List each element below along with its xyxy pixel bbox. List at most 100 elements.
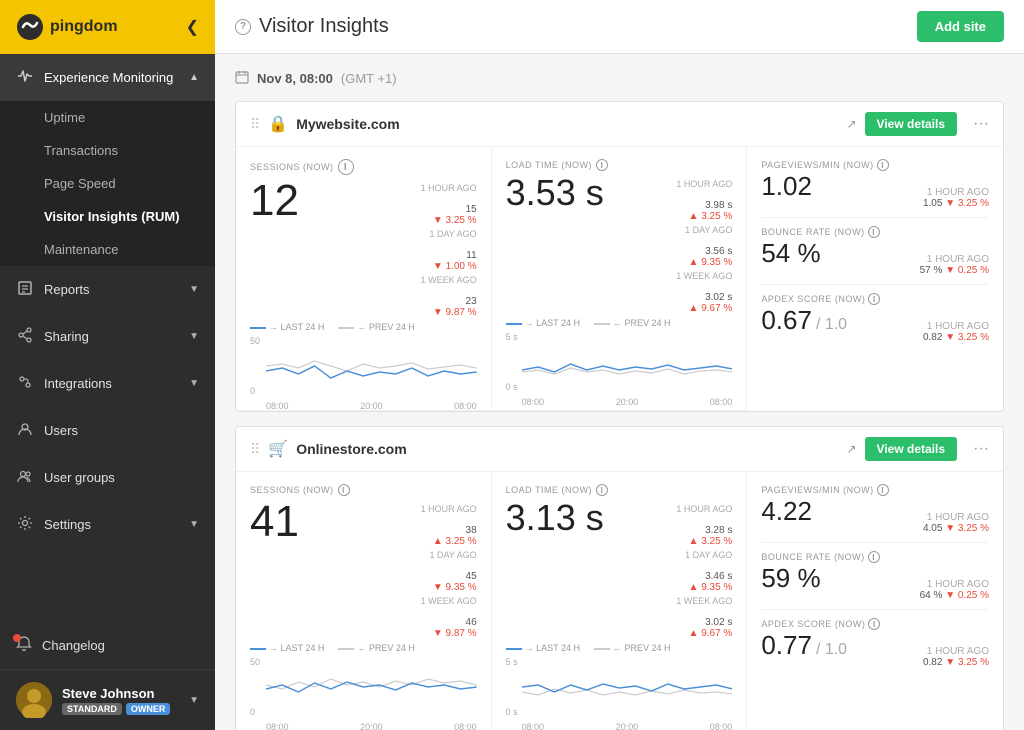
sidebar-item-settings[interactable]: Settings ▼ (0, 501, 215, 548)
user-info: Steve Johnson STANDARD OWNER (62, 686, 179, 715)
metrics-grid-2: SESSIONS (NOW) i 41 1 HOUR AGO38 ▲ 3.25 … (236, 472, 1003, 730)
calendar-icon (235, 70, 249, 87)
loadtime-value-2: 3.13 s (506, 500, 604, 536)
loadtime-panel-1: LOAD TIME (NOW) i 3.53 s 1 HOUR AGO3.98 … (492, 147, 748, 411)
badge-owner: OWNER (126, 703, 171, 715)
site-card-header-2: ⠿ 🛒 Onlinestore.com ↗ View details ··· (236, 427, 1003, 472)
page-title: Visitor Insights (259, 15, 389, 38)
experience-sub-items: Uptime Transactions Page Speed Visitor I… (0, 101, 215, 266)
sidebar-collapse-icon[interactable]: ❮ (186, 17, 199, 37)
sessions-value-1: 12 (250, 179, 299, 223)
sessions-panel-1: SESSIONS (NOW) i 12 1 HOUR AGO15 ▼ 3.25 … (236, 147, 492, 411)
apdex-info-2[interactable]: i (868, 618, 880, 630)
more-options-button-1[interactable]: ··· (973, 115, 989, 133)
loadtime-info-2[interactable]: i (596, 484, 608, 496)
top-bar: ? Visitor Insights Add site (215, 0, 1024, 54)
bounce-info-1[interactable]: i (868, 226, 880, 238)
sidebar-item-users[interactable]: Users (0, 407, 215, 454)
sidebar-item-visitor-insights[interactable]: Visitor Insights (RUM) (0, 200, 215, 233)
bounce-value-1: 54 % (761, 238, 820, 269)
site-card-header-1: ⠿ 🔒 Mywebsite.com ↗ View details ··· (236, 102, 1003, 147)
site-card-mywebsite: ⠿ 🔒 Mywebsite.com ↗ View details ··· SES… (235, 101, 1004, 412)
pingdom-logo: pingdom (16, 13, 118, 41)
sessions-info-2[interactable]: i (338, 484, 350, 496)
sidebar-item-maintenance[interactable]: Maintenance (0, 233, 215, 266)
changelog-label: Changelog (42, 638, 105, 653)
changelog-dot (13, 634, 21, 642)
sidebar-item-pagespeed[interactable]: Page Speed (0, 167, 215, 200)
bounce-rate-submetric-1: BOUNCE RATE (NOW) i 54 % 1 HOUR AGO57 % … (761, 226, 989, 276)
sharing-chevron-icon: ▼ (189, 331, 199, 342)
loadtime-label-1: LOAD TIME (NOW) i (506, 159, 733, 171)
sidebar-item-transactions[interactable]: Transactions (0, 134, 215, 167)
date-bar: Nov 8, 08:00 (GMT +1) (235, 70, 1004, 87)
pageviews-value-1: 1.02 (761, 171, 812, 202)
settings-icon (16, 515, 34, 534)
page-title-area: ? Visitor Insights (235, 15, 389, 38)
logo-area: pingdom ❮ (0, 0, 215, 54)
pingdom-logo-icon (16, 13, 44, 41)
site-favicon-icon-2: 🛒 (268, 439, 288, 459)
pageviews-submetric-1: PAGEVIEWS/MIN (NOW) i 1.02 1 HOUR AGO1.0… (761, 159, 989, 209)
sidebar-item-changelog[interactable]: Changelog (0, 622, 215, 669)
integrations-chevron-icon: ▼ (189, 378, 199, 389)
apdex-info-1[interactable]: i (868, 293, 880, 305)
user-name: Steve Johnson (62, 686, 179, 701)
usergroups-icon (16, 468, 34, 487)
sidebar-item-experience-monitoring[interactable]: Experience Monitoring ▲ (0, 54, 215, 101)
sidebar-experience-label: Experience Monitoring (44, 70, 173, 85)
sessions-label-1: SESSIONS (NOW) i (250, 159, 477, 175)
metrics-grid-1: SESSIONS (NOW) i 12 1 HOUR AGO15 ▼ 3.25 … (236, 147, 1003, 411)
site-favicon-icon: 🔒 (268, 114, 288, 134)
external-link-icon-2[interactable]: ↗ (846, 442, 856, 456)
user-chevron-icon: ▼ (189, 695, 199, 706)
users-label: Users (44, 423, 78, 438)
pv-info-2[interactable]: i (877, 484, 889, 496)
sharing-label: Sharing (44, 329, 89, 344)
add-site-button[interactable]: Add site (917, 11, 1004, 42)
integrations-icon (16, 374, 34, 393)
user-badges: STANDARD OWNER (62, 703, 179, 715)
drag-handle-icon-2[interactable]: ⠿ (250, 441, 260, 458)
apdex-value-1: 0.67 (761, 305, 812, 336)
drag-handle-icon[interactable]: ⠿ (250, 116, 260, 133)
br-info-2[interactable]: i (868, 551, 880, 563)
sidebar-item-uptime[interactable]: Uptime (0, 101, 215, 134)
loadtime-value-1: 3.53 s (506, 175, 604, 211)
sessions-info-icon-1[interactable]: i (338, 159, 354, 175)
pingdom-text: pingdom (50, 18, 118, 36)
view-details-button-2[interactable]: View details (865, 437, 957, 461)
sidebar-item-reports[interactable]: Reports ▼ (0, 266, 215, 313)
users-icon (16, 421, 34, 440)
badge-standard: STANDARD (62, 703, 122, 715)
reports-label: Reports (44, 282, 90, 297)
reports-chevron-icon: ▼ (189, 284, 199, 295)
sessions-panel-2: SESSIONS (NOW) i 41 1 HOUR AGO38 ▲ 3.25 … (236, 472, 492, 730)
pulse-icon (16, 68, 34, 87)
avatar (16, 682, 52, 718)
site-card-onlinestore: ⠿ 🛒 Onlinestore.com ↗ View details ··· S… (235, 426, 1004, 730)
chart-legend-load-1: → LAST 24 H ← PREV 24 H (506, 318, 733, 328)
experience-chevron-icon: ▲ (189, 72, 199, 83)
user-profile[interactable]: Steve Johnson STANDARD OWNER ▼ (0, 669, 215, 730)
help-icon[interactable]: ? (235, 19, 251, 35)
sharing-icon (16, 327, 34, 346)
sessions-comparisons-1: 1 HOUR AGO15 ▼ 3.25 % 1 DAY AGO11 ▼ 1.00… (421, 179, 477, 318)
pageviews-info-1[interactable]: i (877, 159, 889, 171)
view-details-button-1[interactable]: View details (865, 112, 957, 136)
sessions-value-2: 41 (250, 500, 299, 544)
usergroups-label: User groups (44, 470, 115, 485)
reports-icon (16, 280, 34, 299)
loadtime-comparisons-1: 1 HOUR AGO3.98 s ▲ 3.25 % 1 DAY AGO3.56 … (676, 175, 732, 314)
sidebar-item-sharing[interactable]: Sharing ▼ (0, 313, 215, 360)
chart-legend-sessions-1: → LAST 24 H ← PREV 24 H (250, 322, 477, 332)
sidebar-item-integrations[interactable]: Integrations ▼ (0, 360, 215, 407)
sidebar-item-usergroups[interactable]: User groups (0, 454, 215, 501)
external-link-icon-1[interactable]: ↗ (846, 117, 856, 131)
sidebar: pingdom ❮ Experience Monitoring ▲ Uptime… (0, 0, 215, 730)
integrations-label: Integrations (44, 376, 112, 391)
main-content: ? Visitor Insights Add site Nov 8, 08:00… (215, 0, 1024, 730)
loadtime-panel-2: LOAD TIME (NOW) i 3.13 s 1 HOUR AGO3.28 … (492, 472, 748, 730)
loadtime-info-icon-1[interactable]: i (596, 159, 608, 171)
more-options-button-2[interactable]: ··· (973, 440, 989, 458)
